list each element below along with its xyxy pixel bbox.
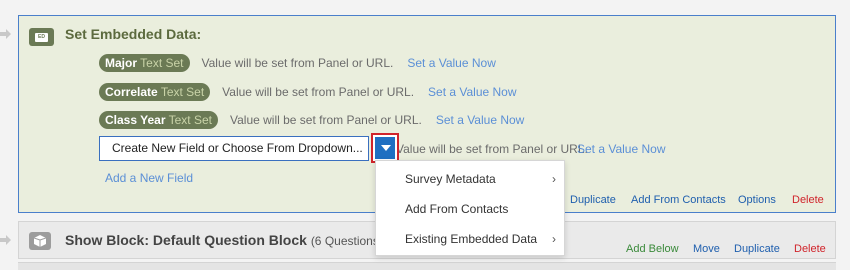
embedded-data-icon: ED	[29, 28, 54, 46]
menu-item-survey-metadata[interactable]: Survey Metadata ›	[376, 164, 566, 194]
embedded-data-title: Set Embedded Data:	[65, 26, 202, 42]
field-pill[interactable]: Correlate Text Set	[99, 83, 211, 101]
set-value-link[interactable]: Set a Value Now	[407, 56, 496, 70]
chevron-right-icon: ›	[552, 232, 556, 246]
field-name: Correlate	[105, 85, 158, 99]
set-value-link[interactable]: Set a Value Now	[436, 113, 525, 127]
field-dropdown-menu: Survey Metadata › Add From Contacts Exis…	[375, 160, 565, 256]
move-link[interactable]: Move	[693, 243, 720, 255]
add-below-link[interactable]: Add Below	[626, 243, 679, 255]
field-name: Major	[105, 56, 138, 70]
new-field-set-value-link[interactable]: Set a Value Now	[577, 142, 666, 156]
duplicate-link[interactable]: Duplicate	[734, 243, 780, 255]
menu-item-label: Add From Contacts	[405, 202, 509, 216]
field-name: Class Year	[105, 113, 166, 127]
menu-item-label: Survey Metadata	[405, 172, 496, 186]
next-block-edge	[18, 262, 836, 270]
delete-link[interactable]: Delete	[792, 194, 824, 206]
add-from-contacts-link[interactable]: Add From Contacts	[631, 194, 726, 206]
new-field-input[interactable]: Create New Field or Choose From Dropdown…	[99, 136, 369, 161]
menu-item-label: Existing Embedded Data	[405, 232, 538, 246]
show-block-name: Show Block: Default Question Block	[65, 232, 307, 248]
embedded-field-row: Correlate Text Set Value will be set fro…	[99, 83, 517, 101]
field-type: Text Set	[160, 85, 205, 99]
block-cube-icon	[29, 232, 51, 250]
embedded-field-row: Major Text Set Value will be set from Pa…	[99, 54, 496, 72]
field-value-note: Value will be set from Panel or URL.	[229, 113, 422, 127]
new-field-value-note: Value will be set from Panel or URL.	[396, 142, 588, 156]
embedded-field-row: Class Year Text Set Value will be set fr…	[99, 111, 524, 129]
field-dropdown-button[interactable]	[371, 133, 399, 163]
add-new-field-link[interactable]: Add a New Field	[105, 171, 193, 185]
caret-down-icon	[381, 145, 391, 151]
delete-link[interactable]: Delete	[794, 243, 826, 255]
duplicate-link[interactable]: Duplicate	[570, 194, 616, 206]
flow-arrow-icon	[0, 234, 12, 246]
field-type: Text Set	[168, 113, 212, 127]
question-count: (6 Questions)	[310, 234, 383, 248]
menu-item-existing-embedded-data[interactable]: Existing Embedded Data ›	[376, 224, 566, 254]
flow-arrow-icon	[0, 28, 12, 40]
field-type: Text Set	[140, 56, 184, 70]
show-block-title: Show Block: Default Question Block (6 Qu…	[65, 232, 383, 248]
field-value-note: Value will be set from Panel or URL.	[201, 56, 394, 70]
field-value-note: Value will be set from Panel or URL.	[222, 85, 415, 99]
dropdown-button-fill	[375, 137, 395, 159]
options-link[interactable]: Options	[738, 194, 776, 206]
survey-flow-page: ED Set Embedded Data: Major Text Set Val…	[0, 0, 850, 270]
chevron-right-icon: ›	[552, 172, 556, 186]
set-value-link[interactable]: Set a Value Now	[428, 85, 517, 99]
menu-item-add-from-contacts[interactable]: Add From Contacts	[376, 194, 566, 224]
field-pill[interactable]: Class Year Text Set	[99, 111, 218, 129]
field-pill[interactable]: Major Text Set	[99, 54, 190, 72]
